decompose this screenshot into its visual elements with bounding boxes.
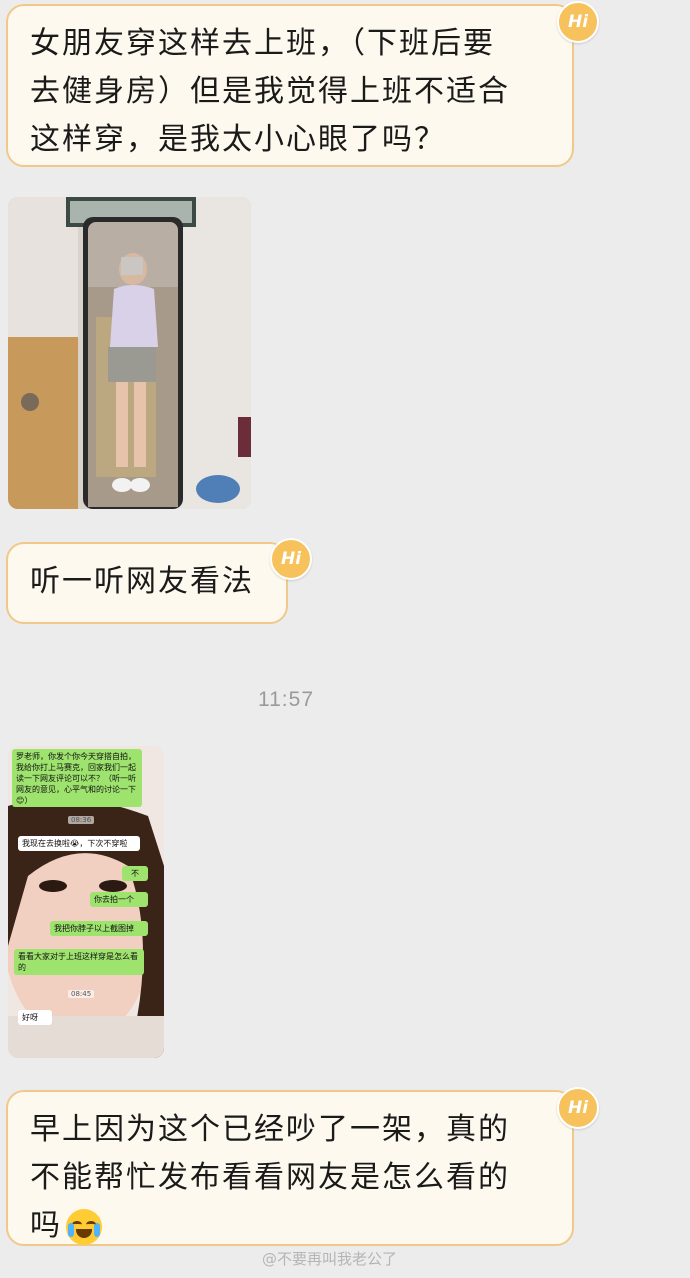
weibo-watermark: @不要再叫我老公了 [262,1250,398,1268]
hi-badge-icon: Hi [270,538,312,580]
chat-screenshot-msg-3: 不 [122,866,148,881]
message-text-2: 听一听网友看法 [30,564,254,599]
chat-screenshot-msg-6: 看看大家对于上班这样穿是怎么看的 [14,949,144,975]
chat-screenshot-msg-7: 好呀 [18,1010,52,1025]
message-text-1: 女朋友穿这样去上班，（下班后要 去健身房）但是我觉得上班不适合 这样穿，是我太小… [30,26,510,157]
message-bubble-2[interactable]: 听一听网友看法 [6,542,288,624]
outfit-photo[interactable] [8,197,251,509]
message-text-3-line-3: 吗 [30,1208,62,1243]
hi-badge-icon: Hi [557,1087,599,1129]
crying-laughing-emoji-icon [66,1208,102,1245]
message-bubble-1[interactable]: 女朋友穿这样去上班，（下班后要 去健身房）但是我觉得上班不适合 这样穿，是我太小… [6,4,574,167]
chat-screenshot-msg-4: 你去拍一个 [90,892,148,907]
chat-screenshot-time-2: 08:45 [68,990,95,998]
chat-screenshot-msg-5: 我把你脖子以上截图掉 [50,921,148,936]
chat-screenshot-msg-1: 罗老师，你发个你今天穿搭自拍，我给你打上马赛克，回家我们一起读一下网友评论可以不… [12,749,142,807]
message-text-3-line-1: 早上因为这个已经吵了一架，真的 [30,1112,510,1147]
outfit-photo-illustration [8,197,251,509]
message-text-3-line-2: 不能帮忙发布看看网友是怎么看的 [30,1160,510,1195]
chat-timestamp: 11:57 [258,688,314,711]
chat-screenshot-msg-2: 我现在去换啦😭，下次不穿啦 [18,836,140,851]
chat-screenshot-image[interactable]: 罗老师，你发个你今天穿搭自拍，我给你打上马赛克，回家我们一起读一下网友评论可以不… [8,746,164,1058]
chat-screenshot-time-1: 08:36 [68,816,95,824]
message-bubble-3[interactable]: 早上因为这个已经吵了一架，真的 不能帮忙发布看看网友是怎么看的 吗 [6,1090,574,1246]
hi-badge-icon: Hi [557,1,599,43]
